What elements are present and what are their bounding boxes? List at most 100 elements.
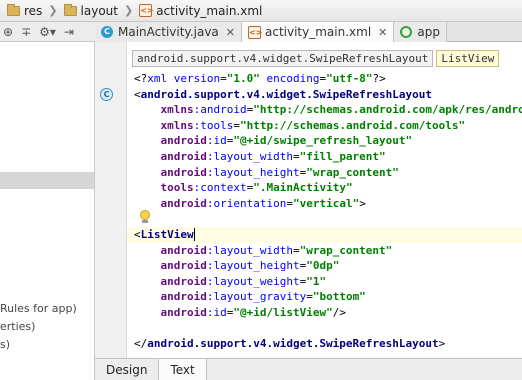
gear-icon[interactable]: ⚙▾	[39, 25, 56, 39]
editor-mode-tabs: Design Text	[95, 358, 522, 380]
crumb-activity-main-label: activity_main.xml	[156, 3, 263, 18]
class-icon: C	[101, 26, 113, 38]
code-token: :context	[193, 181, 247, 195]
xml-crumb-listview[interactable]: ListView	[436, 50, 500, 67]
xml-breadcrumb: android.support.v4.widget.SwipeRefreshLa…	[132, 50, 500, 67]
code-token: tools	[160, 181, 194, 195]
code-token: :layout_height	[206, 165, 300, 179]
code-token: :layout_height	[206, 259, 300, 273]
tree-item-properties[interactable]: erties)	[0, 320, 35, 333]
tab-activity-main-xml[interactable]: <> activity_main.xml ✕	[242, 22, 395, 42]
class-icon[interactable]: C	[100, 88, 113, 101]
code-token: :layout_gravity	[206, 290, 307, 304]
code-token: "bottom"	[312, 290, 366, 304]
code-token: xmlns	[160, 118, 194, 132]
crumb-layout-label: layout	[80, 3, 118, 18]
xml-file-icon: <>	[139, 4, 154, 17]
code-token: ListView	[140, 227, 194, 241]
project-toolbar: ⊕ ∓ ⚙▾ ⇥	[0, 22, 95, 42]
code-token: android	[160, 196, 207, 210]
code-line[interactable]: android:id="@+id/listView"/>	[127, 305, 522, 321]
code-line[interactable]: </android.support.v4.widget.SwipeRefresh…	[127, 336, 522, 352]
code-line[interactable]: <ListView	[127, 226, 522, 243]
code-line[interactable]: tools:context=".MainActivity"	[127, 180, 522, 196]
code-token: "@+id/swipe_refresh_layout"	[233, 134, 413, 148]
crumb-activity-main[interactable]: <> activity_main.xml	[136, 2, 265, 20]
crumb-res[interactable]: res	[4, 2, 45, 20]
hide-icon[interactable]: ⇥	[64, 25, 74, 39]
code-line[interactable]	[127, 211, 522, 227]
code-line[interactable]: android:layout_gravity="bottom"	[127, 289, 522, 305]
code-token: android	[160, 259, 207, 273]
code-token: :id	[206, 134, 227, 148]
code-token: "1"	[306, 274, 327, 288]
tab-mainactivity-java[interactable]: C MainActivity.java ✕	[95, 22, 242, 42]
code-line[interactable]: xmlns:android="http://schemas.android.co…	[127, 102, 522, 118]
code-line[interactable]: android:layout_weight="1"	[127, 274, 522, 290]
code-token: >	[438, 337, 446, 351]
editor-gutter: C	[95, 42, 127, 358]
crumb-layout[interactable]: layout	[61, 2, 121, 20]
code-token: =	[292, 149, 300, 163]
xml-file-icon: <>	[248, 25, 263, 39]
tab-app[interactable]: app	[394, 22, 447, 42]
code-line[interactable]	[127, 321, 522, 337]
close-icon[interactable]: ✕	[226, 26, 235, 39]
tab-label: activity_main.xml	[265, 25, 372, 39]
code-token: android	[160, 134, 207, 148]
code-token: :layout_weight	[206, 274, 300, 288]
selected-tree-row[interactable]	[0, 172, 94, 189]
project-panel: Rules for app) erties) s)	[0, 42, 95, 358]
code-token: :layout_width	[206, 149, 293, 163]
code-token: android	[160, 165, 207, 179]
code-token: android	[160, 274, 207, 288]
code-token: "0dp"	[306, 259, 340, 273]
xml-crumb-swiperefreshlayout[interactable]: android.support.v4.widget.SwipeRefreshLa…	[132, 50, 434, 67]
code-token: "utf-8"	[326, 72, 373, 85]
crumb-res-label: res	[24, 3, 43, 18]
code-token: :android	[193, 103, 247, 117]
code-token: :id	[206, 305, 227, 319]
tree-item-proguard[interactable]: Rules for app)	[0, 302, 77, 315]
chevron-right-icon: ❯	[48, 4, 58, 17]
tab-label: app	[417, 25, 440, 39]
code-area[interactable]: <?xml version="1.0" encoding="utf-8"?> <a…	[127, 71, 522, 352]
code-line[interactable]: android:id="@+id/swipe_refresh_layout"	[127, 133, 522, 149]
code-token: </	[134, 337, 148, 351]
code-line[interactable]: android:orientation="vertical">	[127, 196, 522, 212]
code-line[interactable]: android:layout_height="wrap_content"	[127, 165, 522, 181]
close-icon[interactable]: ✕	[378, 26, 387, 39]
folder-icon	[63, 3, 77, 16]
code-line[interactable]: <?xml version="1.0" encoding="utf-8"?>	[127, 71, 522, 87]
collapse-icon[interactable]: ∓	[21, 25, 31, 39]
code-editor[interactable]: android.support.v4.widget.SwipeRefreshLa…	[127, 42, 522, 358]
sync-icon[interactable]: ⊕	[3, 25, 13, 39]
folder-icon	[7, 3, 20, 16]
tab-text[interactable]: Text	[159, 359, 207, 380]
code-token: ?>	[372, 72, 386, 85]
code-token: xml version	[147, 72, 221, 85]
code-token: "http://schemas.android.com/tools"	[240, 118, 466, 132]
code-line[interactable]: <android.support.v4.widget.SwipeRefreshL…	[127, 87, 522, 103]
tab-design[interactable]: Design	[95, 359, 160, 380]
code-token: />	[332, 305, 346, 319]
tab-label: MainActivity.java	[118, 25, 219, 39]
gradle-module-icon	[400, 26, 413, 38]
code-token: "http://schemas.android.com/apk/res/andr…	[253, 103, 522, 117]
code-token: =	[306, 290, 313, 304]
code-line[interactable]: android:layout_height="0dp"	[127, 258, 522, 274]
code-line[interactable]: android:layout_width="fill_parent"	[127, 149, 522, 165]
code-line[interactable]: android:layout_width="wrap_content"	[127, 243, 522, 259]
code-token: :tools	[193, 118, 234, 132]
tree-item-settings[interactable]: s)	[0, 338, 10, 351]
code-line[interactable]: xmlns:tools="http://schemas.android.com/…	[127, 118, 522, 134]
code-token: :orientation	[206, 196, 287, 210]
